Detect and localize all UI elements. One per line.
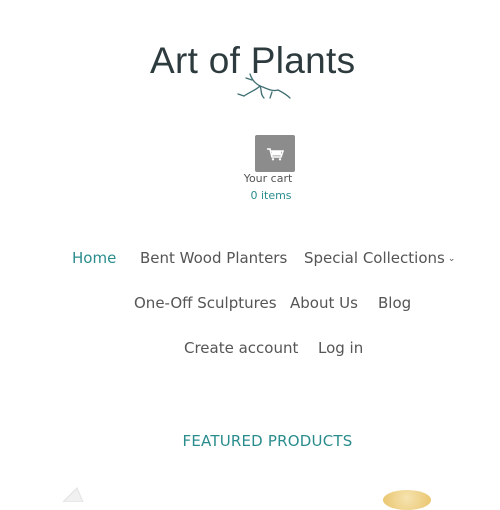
nav-one-off-sculptures[interactable]: One-Off Sculptures [134, 293, 277, 313]
site-logo[interactable]: Art of Plants [150, 40, 386, 102]
nav-blog[interactable]: Blog [378, 293, 411, 313]
cart-count-link[interactable]: 0 items [230, 189, 312, 202]
cart-icon [267, 147, 284, 160]
cart-button[interactable] [255, 135, 295, 172]
cart-label: Your cart [243, 172, 293, 185]
product-image-partial[interactable] [383, 490, 431, 510]
nav-log-in[interactable]: Log in [318, 338, 363, 358]
nav-create-account[interactable]: Create account [184, 338, 298, 358]
product-image-partial[interactable] [55, 482, 95, 502]
nav-special-collections-label: Special Collections [304, 249, 445, 267]
chevron-down-icon: ⌄ [447, 253, 456, 264]
nav-special-collections[interactable]: Special Collections ⌄ [304, 248, 455, 269]
nav-about-us[interactable]: About Us [290, 293, 358, 313]
nav-home[interactable]: Home [72, 248, 116, 268]
featured-products-heading: FEATURED PRODUCTS [182, 432, 353, 450]
roots-icon [237, 73, 291, 99]
nav-bent-wood-planters[interactable]: Bent Wood Planters [140, 248, 287, 268]
